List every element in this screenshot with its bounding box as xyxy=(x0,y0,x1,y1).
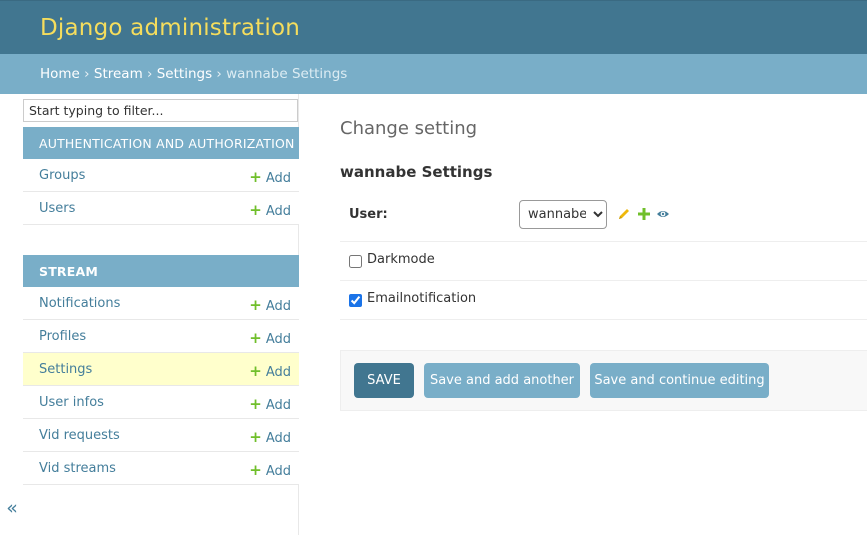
breadcrumb-separator: › xyxy=(216,66,222,82)
model-link-notifications[interactable]: Notifications xyxy=(39,296,120,311)
add-vid-requests-link[interactable]: + Add xyxy=(249,428,291,446)
sidebar-item-groups: Groups + Add xyxy=(23,159,299,192)
sidebar-item-users: Users + Add xyxy=(23,192,299,225)
save-and-add-another-button[interactable]: Save and add another xyxy=(424,363,580,398)
model-link-profiles[interactable]: Profiles xyxy=(39,329,86,344)
user-select[interactable]: wannabe xyxy=(519,200,607,229)
add-label: Add xyxy=(265,171,291,186)
add-label: Add xyxy=(265,365,291,380)
sidebar-item-profiles: Profiles + Add xyxy=(23,320,299,353)
pencil-icon[interactable] xyxy=(617,207,631,221)
site-name[interactable]: Django administration xyxy=(40,15,300,41)
model-link-vid-streams[interactable]: Vid streams xyxy=(39,461,116,476)
sidebar: AUTHENTICATION AND AUTHORIZATION Groups … xyxy=(22,94,299,535)
page-title: Change setting xyxy=(340,118,478,139)
module-caption-auth[interactable]: AUTHENTICATION AND AUTHORIZATION xyxy=(23,127,299,159)
object-title: wannabe Settings xyxy=(340,163,493,181)
submit-row: SAVE Save and add another Save and conti… xyxy=(340,350,867,411)
plus-icon: + xyxy=(249,362,262,380)
header: Django administration xyxy=(0,0,867,54)
plus-icon: + xyxy=(249,329,262,347)
save-and-continue-button[interactable]: Save and continue editing xyxy=(590,363,769,398)
breadcrumb-current: wannabe Settings xyxy=(226,66,348,82)
add-vid-streams-link[interactable]: + Add xyxy=(249,461,291,479)
breadcrumb-separator: › xyxy=(84,66,90,82)
module-caption-stream[interactable]: STREAM xyxy=(23,255,299,287)
breadcrumb-model[interactable]: Settings xyxy=(157,66,212,82)
eye-icon[interactable] xyxy=(656,207,670,221)
emailnotification-label[interactable]: Emailnotification xyxy=(367,291,476,306)
plus-icon: + xyxy=(249,201,262,219)
model-link-vid-requests[interactable]: Vid requests xyxy=(39,428,120,443)
add-notifications-link[interactable]: + Add xyxy=(249,296,291,314)
breadcrumb-separator: › xyxy=(147,66,153,82)
add-label: Add xyxy=(265,204,291,219)
add-label: Add xyxy=(265,431,291,446)
emailnotification-checkbox[interactable] xyxy=(349,294,362,307)
darkmode-label[interactable]: Darkmode xyxy=(367,252,435,267)
add-users-link[interactable]: + Add xyxy=(249,201,291,219)
save-button[interactable]: SAVE xyxy=(354,363,414,398)
breadcrumb-app[interactable]: Stream xyxy=(94,66,143,82)
plus-icon: + xyxy=(249,461,262,479)
plus-icon[interactable] xyxy=(637,207,651,221)
darkmode-checkbox[interactable] xyxy=(349,255,362,268)
toggle-sidebar-button[interactable]: « xyxy=(4,496,20,520)
sidebar-item-settings: Settings + Add xyxy=(23,353,299,386)
plus-icon: + xyxy=(249,168,262,186)
user-field-label: User: xyxy=(349,207,388,222)
nav-filter-input[interactable] xyxy=(23,99,298,122)
add-settings-link[interactable]: + Add xyxy=(249,362,291,380)
form-row-emailnotification: Emailnotification xyxy=(340,281,867,320)
form-row-darkmode: Darkmode xyxy=(340,242,867,281)
plus-icon: + xyxy=(249,296,262,314)
sidebar-item-notifications: Notifications + Add xyxy=(23,287,299,320)
form-row-user: User: wannabe xyxy=(340,190,867,242)
add-label: Add xyxy=(265,332,291,347)
add-groups-link[interactable]: + Add xyxy=(249,168,291,186)
breadcrumb: Home › Stream › Settings › wannabe Setti… xyxy=(0,54,867,94)
sidebar-item-user-infos: User infos + Add xyxy=(23,386,299,419)
add-user-infos-link[interactable]: + Add xyxy=(249,395,291,413)
add-profiles-link[interactable]: + Add xyxy=(249,329,291,347)
plus-icon: + xyxy=(249,428,262,446)
model-link-groups[interactable]: Groups xyxy=(39,168,85,183)
plus-icon: + xyxy=(249,395,262,413)
breadcrumb-home[interactable]: Home xyxy=(40,66,80,82)
add-label: Add xyxy=(265,299,291,314)
sidebar-item-vid-requests: Vid requests + Add xyxy=(23,419,299,452)
add-label: Add xyxy=(265,464,291,479)
add-label: Add xyxy=(265,398,291,413)
sidebar-item-vid-streams: Vid streams + Add xyxy=(23,452,299,485)
model-link-user-infos[interactable]: User infos xyxy=(39,395,104,410)
model-link-settings[interactable]: Settings xyxy=(39,362,92,377)
model-link-users[interactable]: Users xyxy=(39,201,75,216)
